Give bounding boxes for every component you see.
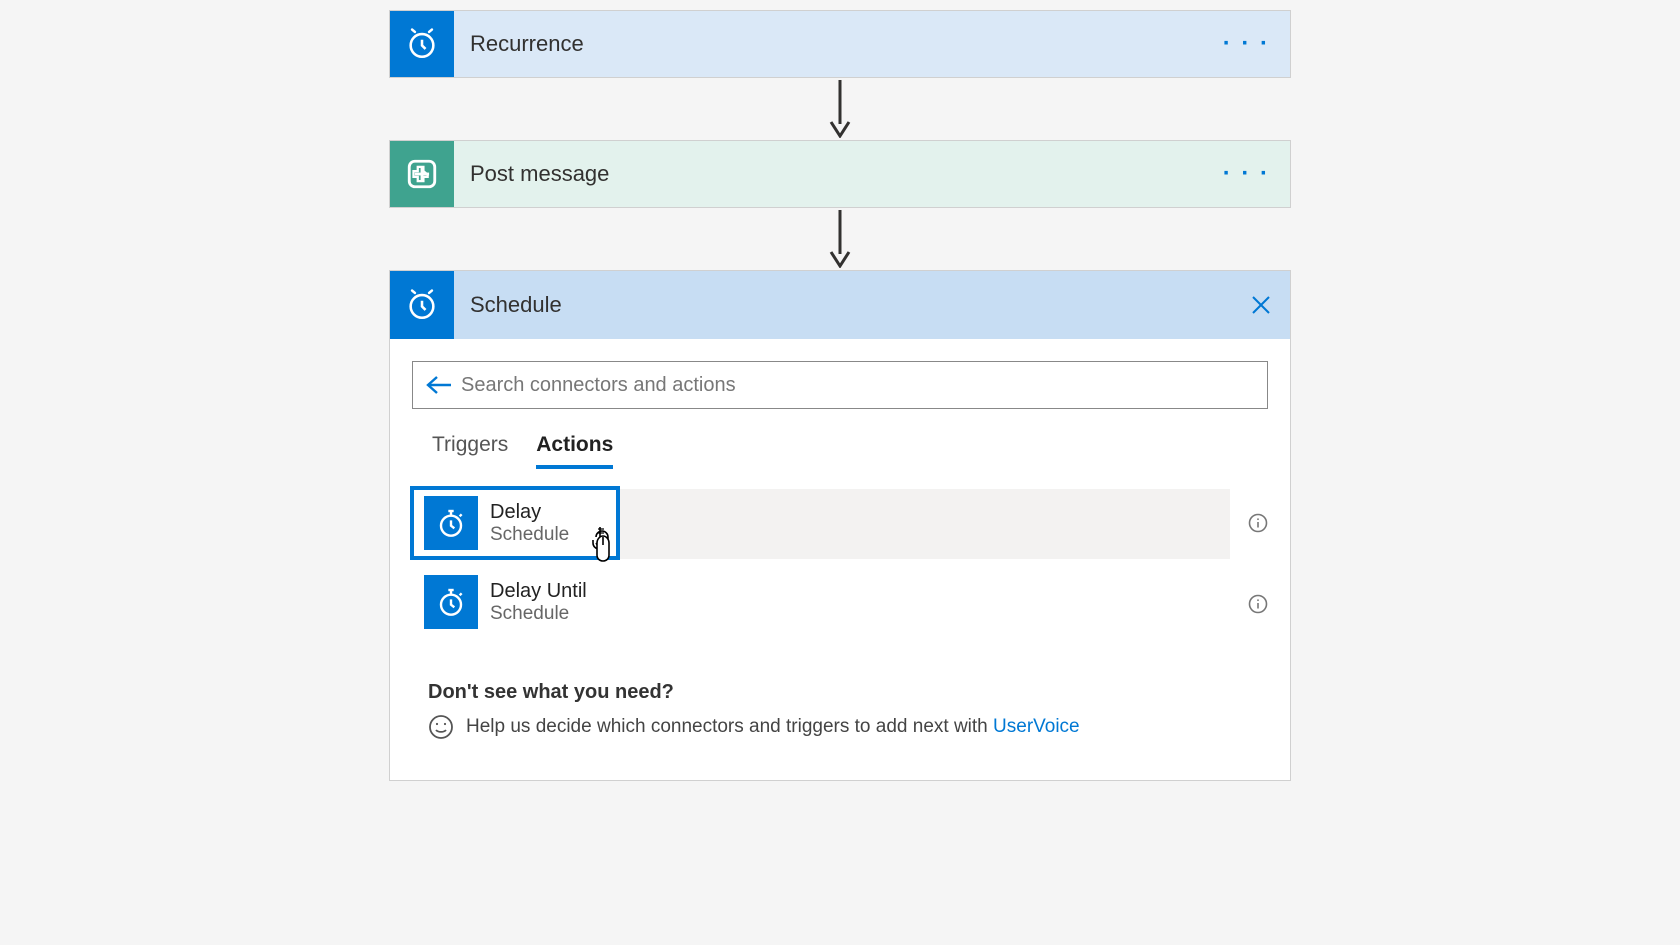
panel-header: Schedule <box>390 271 1290 339</box>
step-title: Recurrence <box>470 31 584 57</box>
schedule-icon <box>390 271 454 339</box>
info-icon[interactable] <box>1248 513 1268 533</box>
action-sub: Schedule <box>490 524 569 546</box>
search-input[interactable] <box>457 374 1259 397</box>
step-recurrence[interactable]: Recurrence · · · <box>389 10 1291 78</box>
flow-arrow <box>827 78 853 140</box>
action-name: Delay Until <box>490 580 587 603</box>
info-icon[interactable] <box>1248 594 1268 614</box>
step-title: Post message <box>470 161 609 187</box>
post-message-icon <box>390 141 454 207</box>
schedule-panel: Schedule Triggers Acti <box>389 270 1291 781</box>
panel-title: Schedule <box>454 271 1290 339</box>
smile-icon <box>428 714 454 740</box>
help-heading: Don't see what you need? <box>428 681 1252 704</box>
more-menu-button[interactable]: · · · <box>1223 30 1270 58</box>
close-button[interactable] <box>1250 294 1272 316</box>
recurrence-icon <box>390 11 454 77</box>
tab-actions[interactable]: Actions <box>536 433 613 467</box>
stopwatch-icon <box>424 575 478 629</box>
action-sub: Schedule <box>490 603 587 625</box>
help-text: Help us decide which connectors and trig… <box>466 716 993 737</box>
tabs: Triggers Actions <box>412 433 1268 467</box>
step-post-message[interactable]: Post message · · · <box>389 140 1291 208</box>
search-row <box>412 361 1268 409</box>
tab-triggers[interactable]: Triggers <box>432 433 508 467</box>
action-delay[interactable]: Delay Schedule <box>412 488 618 558</box>
action-delay-until[interactable]: Delay Until Schedule <box>412 567 1268 637</box>
more-menu-button[interactable]: · · · <box>1223 160 1270 188</box>
back-arrow-icon[interactable] <box>421 374 457 396</box>
action-name: Delay <box>490 501 569 524</box>
uservoice-link[interactable]: UserVoice <box>993 716 1080 737</box>
flow-arrow <box>827 208 853 270</box>
stopwatch-icon <box>424 496 478 550</box>
